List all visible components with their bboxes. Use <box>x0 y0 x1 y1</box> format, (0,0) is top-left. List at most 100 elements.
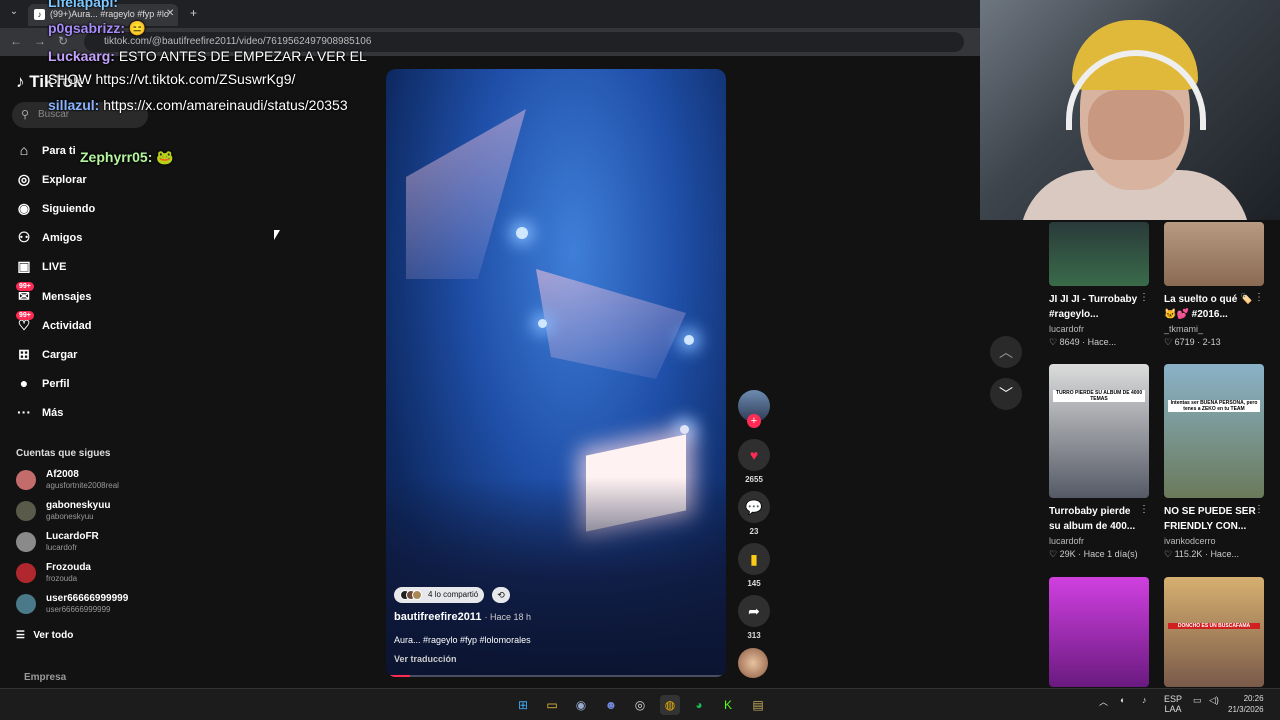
new-tab-icon[interactable]: + <box>190 6 197 20</box>
crowd <box>386 477 726 677</box>
tab-list-icon[interactable]: ⌄ <box>6 6 22 22</box>
tray-app-icon[interactable]: ◐ <box>1120 695 1125 705</box>
share-button[interactable]: ➦ 313 <box>738 595 770 640</box>
profile-icon: ● <box>19 375 29 391</box>
clock[interactable]: 20:26 21/3/2026 <box>1228 693 1264 715</box>
empresa-link[interactable]: Empresa <box>24 672 66 683</box>
spotify-icon[interactable]: ◕ <box>689 695 709 715</box>
video-author[interactable]: bautifreefire2011 · Hace 18 h <box>394 611 531 623</box>
video-thumbnail <box>1164 222 1264 286</box>
more-options-icon[interactable]: ⋮ <box>1254 292 1264 303</box>
live-icon: ▣ <box>17 258 31 274</box>
following-account[interactable]: LucardoFR lucardofr <box>16 530 150 556</box>
like-count: 2655 <box>745 475 763 484</box>
video-thumbnail: DONCHO ES UN BUSCAFAMA <box>1164 577 1264 687</box>
recommended-video[interactable]: DONCHO ES UN BUSCAFAMA <box>1164 577 1264 687</box>
video-player[interactable]: 4 lo compartió ⟲ bautifreefire2011 · Hac… <box>386 69 726 677</box>
avatar <box>16 501 36 521</box>
home-icon: ⌂ <box>19 142 29 158</box>
avatar <box>16 470 36 490</box>
like-button[interactable]: ♥ 2655 <box>738 439 770 484</box>
video-thumbnail: Intentas ser BUENA PERSONA, pero tenes a… <box>1164 364 1264 498</box>
search-icon: ⚲ <box>21 109 30 121</box>
sidebar-item-live[interactable]: ▣ LIVE <box>14 256 150 280</box>
tiktok-logo-icon: ♪ <box>16 72 25 91</box>
previous-video-button[interactable]: ︿ <box>990 336 1022 368</box>
upload-icon: ⊞ <box>18 346 30 362</box>
chat-message: SHOW https://vt.tiktok.com/ZSuswrKg9/ <box>48 71 296 87</box>
share-icon: ➦ <box>738 595 770 627</box>
kick-icon[interactable]: K <box>718 695 738 715</box>
streamer-hands <box>1088 90 1184 160</box>
sidebar-item-cargar[interactable]: ⊞ Cargar <box>14 344 150 368</box>
video-meta: ♡ 6719 · 2-13 <box>1164 337 1221 347</box>
app-icon[interactable]: ▤ <box>748 695 768 715</box>
back-icon[interactable]: ← <box>10 34 22 48</box>
following-account[interactable]: gaboneskyuu gaboneskyuu <box>16 499 150 525</box>
close-tab-icon[interactable]: ✕ <box>166 8 174 19</box>
steam-icon[interactable]: ◉ <box>571 695 591 715</box>
microphone-icon[interactable]: ♪ <box>1142 695 1147 705</box>
recommended-video[interactable]: TURRO PIERDE SU ALBUM DE 4000 TEMAS ⋮ Tu… <box>1049 364 1149 560</box>
pepe-emote-icon: 🐸 <box>156 149 174 165</box>
thumbnail-caption: TURRO PIERDE SU ALBUM DE 4000 TEMAS <box>1053 390 1145 402</box>
following-account[interactable]: user66666999999 user66666999999 <box>16 592 150 618</box>
heart-icon: ♥ <box>738 439 770 471</box>
volume-icon[interactable]: ◁) <box>1209 695 1219 706</box>
next-video-button[interactable]: ﹀ <box>990 378 1022 410</box>
following-section-title: Cuentas que sigues <box>16 448 111 459</box>
recommended-video[interactable]: ⋮ La suelto o qué 🏷️ 🐱💕 #2016... _tkmami… <box>1164 222 1264 348</box>
save-button[interactable]: ▮ 145 <box>738 543 770 588</box>
more-options-icon[interactable]: ⋮ <box>1254 504 1264 515</box>
chevron-up-icon: ︿ <box>999 344 1013 360</box>
tab-title: (99+)Aura... #rageylo #fyp #lo <box>50 9 169 19</box>
clock-date: 21/3/2026 <box>1228 705 1264 714</box>
browser-tabbar: ⌄ ♪ (99+)Aura... #rageylo #fyp #lo ✕ + <box>0 0 980 28</box>
chrome-icon[interactable]: ◍ <box>660 695 680 715</box>
shared-avatars <box>400 590 424 600</box>
recommended-video[interactable]: Intentas ser BUENA PERSONA, pero tenes a… <box>1164 364 1264 560</box>
tray-expand-icon[interactable]: ︿ <box>1099 695 1108 708</box>
chat-message: Lifelapapi: <box>48 0 119 10</box>
more-options-icon[interactable]: ⋮ <box>1139 292 1149 303</box>
sidebar-item-explorar[interactable]: ◎ Explorar <box>14 169 150 193</box>
avatar <box>16 532 36 552</box>
network-icon[interactable]: ▭ <box>1193 695 1202 706</box>
video-time: · Hace 18 h <box>484 612 532 622</box>
screen: ⌄ ♪ (99+)Aura... #rageylo #fyp #lo ✕ + ←… <box>0 0 1280 720</box>
recommended-video[interactable] <box>1049 577 1149 687</box>
shared-badge[interactable]: 4 lo compartió <box>394 587 485 603</box>
repost-icon[interactable]: ⟲ <box>492 587 510 603</box>
recommended-video[interactable]: ⋮ JI JI JI - Turrobaby #rageylo... lucar… <box>1049 222 1149 348</box>
obs-icon[interactable]: ◎ <box>630 695 650 715</box>
stage-light <box>680 425 689 434</box>
sidebar-item-mas[interactable]: ··· Más <box>14 402 150 426</box>
following-account[interactable]: Frozouda frozouda <box>16 561 150 587</box>
clock-time: 20:26 <box>1243 694 1264 703</box>
chat-message: Zephyrr05: 🐸 <box>80 149 174 165</box>
comment-button[interactable]: 💬 23 <box>738 491 770 536</box>
video-progress[interactable] <box>386 675 726 677</box>
chat-message: p0gsabrizz: 😑 <box>48 20 147 36</box>
friends-icon: ⚇ <box>17 229 31 245</box>
see-all-button[interactable]: ☰ Ver todo <box>16 630 73 641</box>
file-explorer-icon[interactable]: ▭ <box>542 695 562 715</box>
translate-link[interactable]: Ver traducción <box>394 654 457 664</box>
emote-icon: 😑 <box>128 20 147 36</box>
sidebar-item-perfil[interactable]: ● Perfil <box>14 373 150 397</box>
follow-plus-icon[interactable]: + <box>747 414 761 428</box>
sidebar-item-amigos[interactable]: ⚇ Amigos <box>14 227 150 251</box>
following-account[interactable]: Af2008 agusfortnite2008real <box>16 468 150 494</box>
language-indicator[interactable]: ESP LAA <box>1164 694 1182 714</box>
video-meta: ♡ 8649 · Hace... <box>1049 337 1117 347</box>
windows-start-icon[interactable]: ⊞ <box>513 695 533 715</box>
sidebar-item-mensajes[interactable]: ✉ 99+ Mensajes <box>14 282 150 310</box>
stage-light <box>516 227 528 239</box>
sidebar-item-actividad[interactable]: ♡ 99+ Actividad <box>14 311 150 339</box>
discord-icon[interactable]: ☻ <box>601 695 621 715</box>
more-options-icon[interactable]: ⋮ <box>1139 504 1149 515</box>
forward-icon[interactable]: → <box>34 34 46 48</box>
sidebar-item-siguiendo[interactable]: ◉ Siguiendo <box>14 198 150 222</box>
music-avatar[interactable] <box>738 648 768 678</box>
chevron-down-icon: ﹀ <box>999 386 1013 402</box>
